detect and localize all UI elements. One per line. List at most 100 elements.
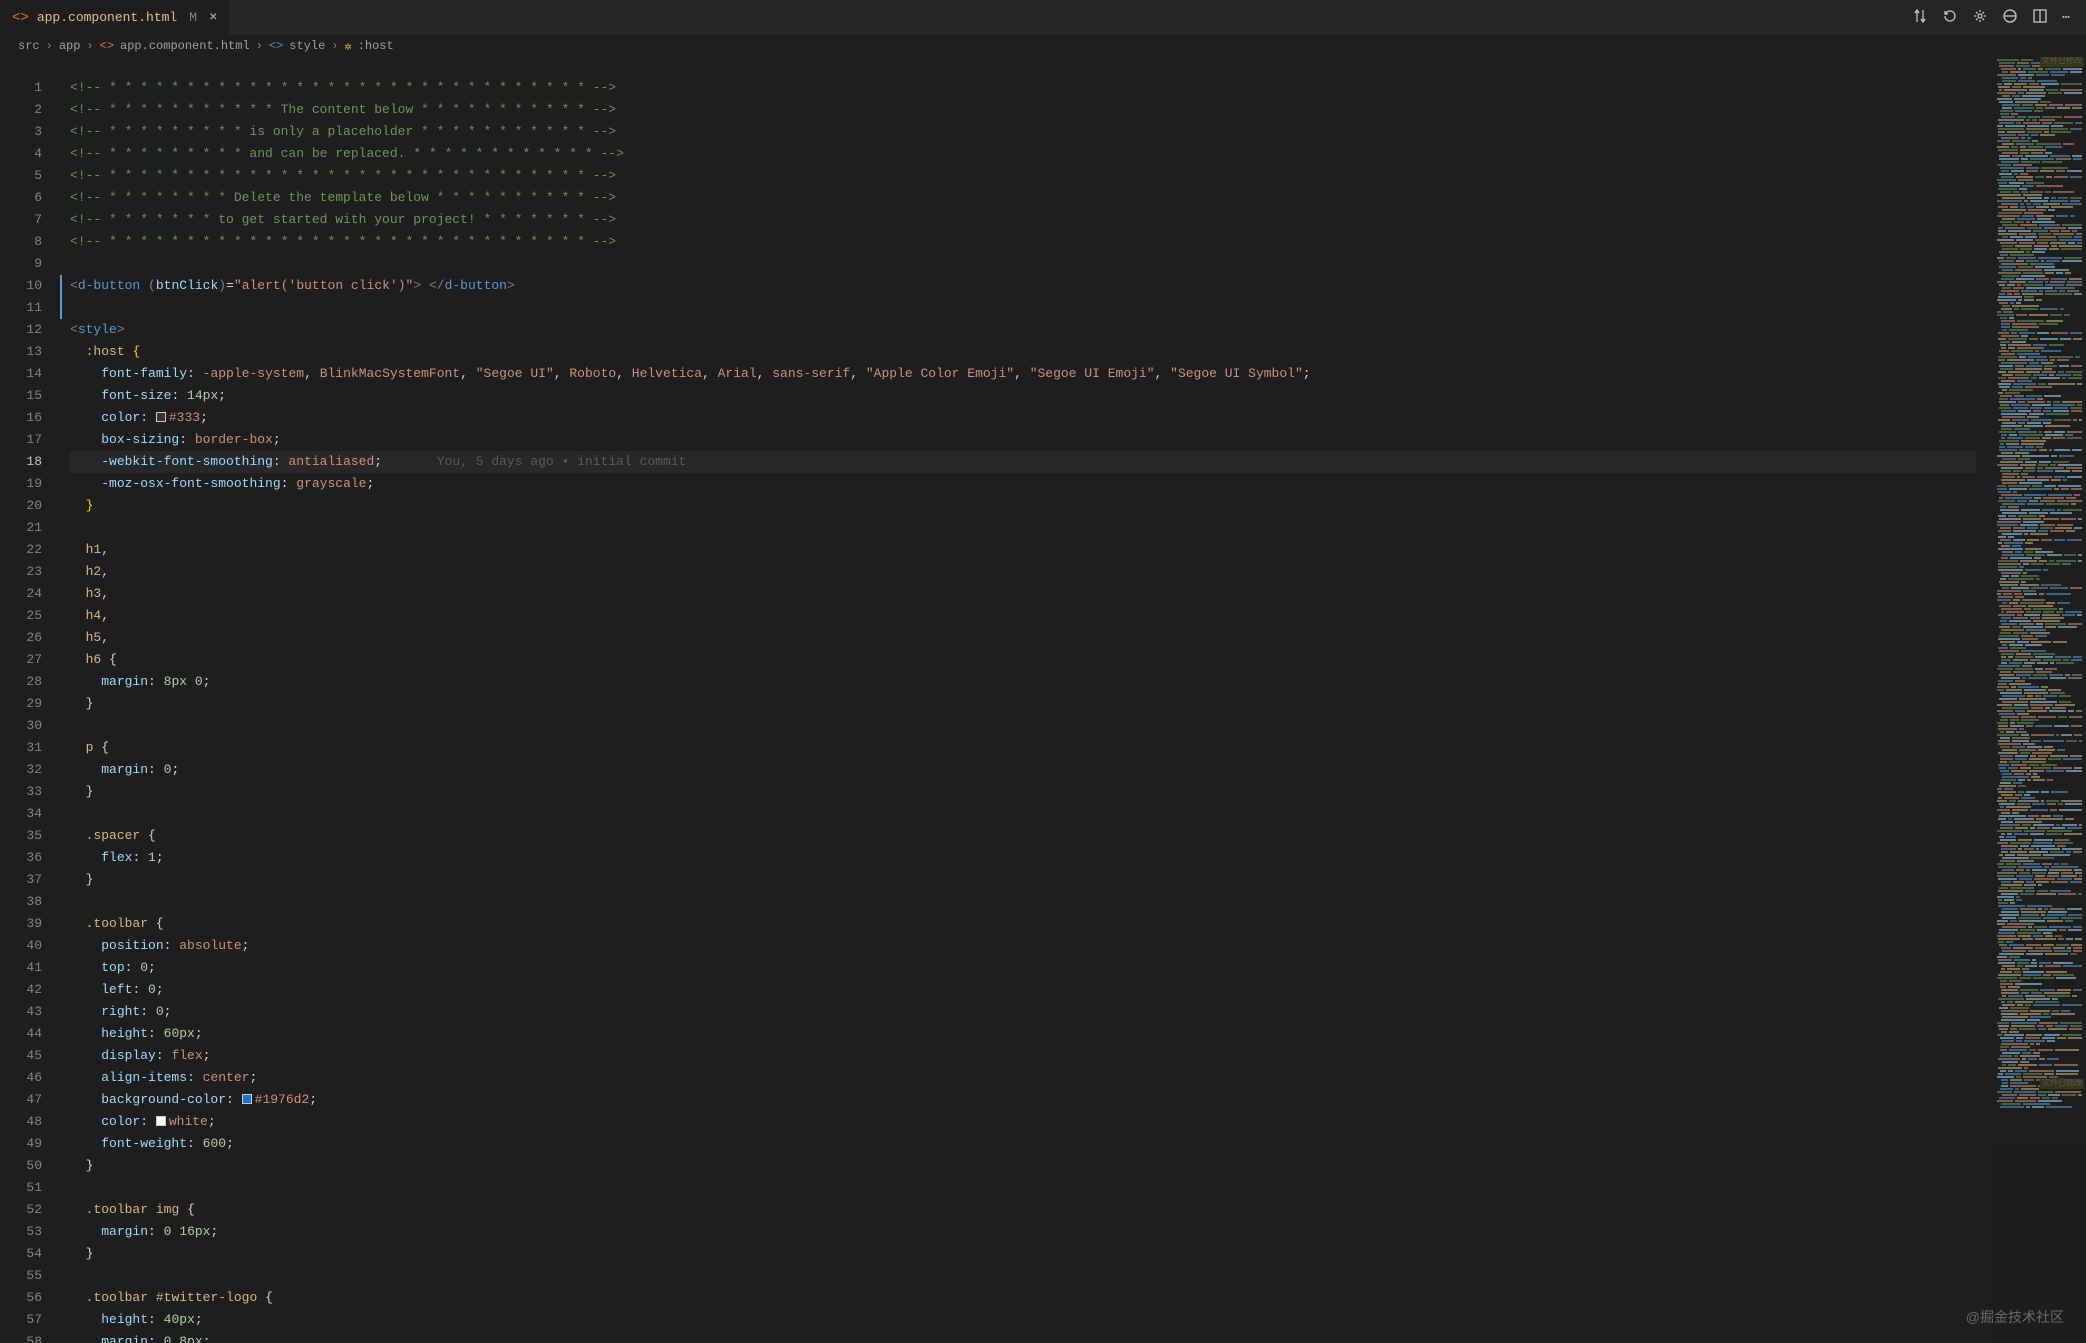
more-icon[interactable]: ⋯ [2062, 10, 2072, 25]
code-line[interactable]: margin: 8px 0; [70, 671, 1976, 693]
line-number: 26 [0, 627, 42, 649]
code-line[interactable] [70, 891, 1976, 913]
code-line[interactable]: .toolbar img { [70, 1199, 1976, 1221]
code-line[interactable]: margin: 0; [70, 759, 1976, 781]
code-line[interactable]: } [70, 781, 1976, 803]
line-number: 11 [0, 297, 42, 319]
revert-icon[interactable] [1942, 8, 1958, 28]
code-line[interactable]: } [70, 1155, 1976, 1177]
line-number: 58 [0, 1331, 42, 1343]
code-line[interactable]: background-color: #1976d2; [70, 1089, 1976, 1111]
code-line[interactable]: .toolbar { [70, 913, 1976, 935]
line-number: 10 [0, 275, 42, 297]
breadcrumb-item[interactable]: :host [358, 39, 394, 53]
code-line[interactable]: h1, [70, 539, 1976, 561]
line-number: 2 [0, 99, 42, 121]
code-line[interactable]: <!-- * * * * * * * * Delete the template… [70, 187, 1976, 209]
code-line[interactable] [70, 1265, 1976, 1287]
code-line[interactable] [70, 803, 1976, 825]
code-line[interactable]: } [70, 869, 1976, 891]
code-line[interactable]: -moz-osx-font-smoothing: grayscale; [70, 473, 1976, 495]
code-line[interactable]: <!-- * * * * * * * * * * * * * * * * * *… [70, 165, 1976, 187]
tab-actions: ⋯ [1898, 0, 2086, 35]
code-line[interactable]: <!-- * * * * * * * * * * * * * * * * * *… [70, 77, 1976, 99]
line-number: 27 [0, 649, 42, 671]
code-line[interactable]: h5, [70, 627, 1976, 649]
breadcrumb-item[interactable]: app [59, 39, 81, 53]
line-number: 35 [0, 825, 42, 847]
minimap[interactable]: 文件已修改 文件已修改 [1991, 57, 2086, 1343]
code-line[interactable]: right: 0; [70, 1001, 1976, 1023]
code-line[interactable]: color: #333; [70, 407, 1976, 429]
code-line[interactable]: height: 40px; [70, 1309, 1976, 1331]
code-line[interactable] [70, 715, 1976, 737]
split-editor-icon[interactable] [2032, 8, 2048, 28]
line-number: 47 [0, 1089, 42, 1111]
close-icon[interactable]: × [209, 10, 217, 26]
editor[interactable]: You, 2 minutes ago | 1 author (You) | Go… [0, 77, 1976, 1343]
code-line[interactable]: margin: 0 16px; [70, 1221, 1976, 1243]
code-line[interactable]: top: 0; [70, 957, 1976, 979]
line-number: 57 [0, 1309, 42, 1331]
breadcrumb-item[interactable]: src [18, 39, 40, 53]
line-number: 45 [0, 1045, 42, 1067]
chevron-right-icon: › [86, 39, 93, 53]
line-number: 28 [0, 671, 42, 693]
code-line[interactable]: p { [70, 737, 1976, 759]
code-line[interactable]: margin: 0 8px; [70, 1331, 1976, 1343]
code-line[interactable]: align-items: center; [70, 1067, 1976, 1089]
code-line[interactable]: height: 60px; [70, 1023, 1976, 1045]
breadcrumb-item[interactable]: app.component.html [120, 39, 250, 53]
line-number: 42 [0, 979, 42, 1001]
inline-blame: You, 5 days ago • initial commit [382, 454, 686, 469]
code-line[interactable]: h4, [70, 605, 1976, 627]
code-line[interactable] [70, 297, 1976, 319]
code-line[interactable]: h2, [70, 561, 1976, 583]
line-number: 23 [0, 561, 42, 583]
code-line[interactable]: } [70, 1243, 1976, 1265]
code-line[interactable]: display: flex; [70, 1045, 1976, 1067]
code-line[interactable]: } [70, 495, 1976, 517]
line-number: 32 [0, 759, 42, 781]
code-line[interactable]: } [70, 693, 1976, 715]
code-line[interactable]: h3, [70, 583, 1976, 605]
code-line[interactable]: font-size: 14px; [70, 385, 1976, 407]
code-line[interactable]: left: 0; [70, 979, 1976, 1001]
line-number: 3 [0, 121, 42, 143]
code-line[interactable]: box-sizing: border-box; [70, 429, 1976, 451]
code-line[interactable]: <!-- * * * * * * * * * is only a placeho… [70, 121, 1976, 143]
code-line[interactable] [70, 517, 1976, 539]
line-number: 55 [0, 1265, 42, 1287]
code-line[interactable] [70, 1177, 1976, 1199]
line-number: 52 [0, 1199, 42, 1221]
code-line[interactable]: <!-- * * * * * * * * * * * * * * * * * *… [70, 231, 1976, 253]
code-line[interactable]: color: white; [70, 1111, 1976, 1133]
code-line[interactable]: font-family: -apple-system, BlinkMacSyst… [70, 363, 1976, 385]
code-line[interactable]: <d-button (btnClick)="alert('button clic… [70, 275, 1976, 297]
code-area[interactable]: <!-- * * * * * * * * * * * * * * * * * *… [70, 77, 1976, 1343]
line-number: 37 [0, 869, 42, 891]
line-number: 13 [0, 341, 42, 363]
line-number: 54 [0, 1243, 42, 1265]
line-number: 6 [0, 187, 42, 209]
code-line[interactable]: <!-- * * * * * * * * * and can be replac… [70, 143, 1976, 165]
code-line[interactable]: :host { [70, 341, 1976, 363]
code-line[interactable]: .toolbar #twitter-logo { [70, 1287, 1976, 1309]
code-line[interactable]: position: absolute; [70, 935, 1976, 957]
code-line[interactable]: <!-- * * * * * * * * * * * The content b… [70, 99, 1976, 121]
breadcrumb-item[interactable]: style [289, 39, 325, 53]
code-line[interactable]: <style> [70, 319, 1976, 341]
run-icon[interactable] [1972, 8, 1988, 28]
code-line[interactable]: flex: 1; [70, 847, 1976, 869]
code-line[interactable]: -webkit-font-smoothing: antialiased; You… [70, 451, 1976, 473]
editor-tab[interactable]: <> app.component.html M × [0, 0, 230, 35]
line-number: 40 [0, 935, 42, 957]
compare-changes-icon[interactable] [1912, 8, 1928, 28]
code-line[interactable]: h6 { [70, 649, 1976, 671]
open-preview-icon[interactable] [2002, 8, 2018, 28]
code-line[interactable]: font-weight: 600; [70, 1133, 1976, 1155]
code-line[interactable]: <!-- * * * * * * * to get started with y… [70, 209, 1976, 231]
code-line[interactable] [70, 253, 1976, 275]
html-file-icon: <> [100, 39, 114, 53]
code-line[interactable]: .spacer { [70, 825, 1976, 847]
